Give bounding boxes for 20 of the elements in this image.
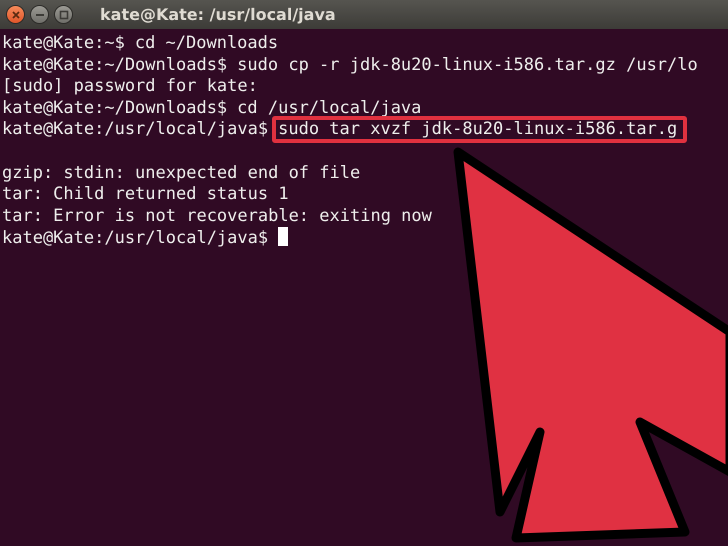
maximize-button[interactable]: [54, 5, 73, 24]
command-text: sudo cp -r jdk-8u20-linux-i586.tar.gz /usr/lo: [237, 54, 698, 75]
close-icon: [10, 10, 20, 20]
prompt-text: kate@Kate:/usr/local/java$: [2, 119, 268, 140]
output-text: tar: Error is not recoverable: exiting now: [2, 206, 432, 226]
maximize-icon: [58, 10, 68, 20]
prompt-text: kate@Kate:~/Downloads$: [2, 98, 228, 118]
highlighted-command-text: sudo tar xvzf jdk-8u20-linux-i586.tar.g: [272, 116, 688, 144]
text-cursor: [278, 227, 288, 246]
command-text: cd /usr/local/java: [237, 98, 422, 118]
window-title: kate@Kate: /usr/local/java: [100, 5, 336, 24]
prompt-text: kate@Kate:/usr/local/java$: [2, 228, 268, 248]
minimize-button[interactable]: [30, 5, 49, 24]
prompt-text: kate@Kate:~$: [2, 33, 125, 53]
output-text: gzip: stdin: unexpected end of file: [2, 162, 360, 183]
close-button[interactable]: [6, 5, 25, 24]
prompt-text: kate@Kate:~/Downloads$: [2, 54, 228, 75]
output-text: tar: Child returned status 1: [2, 184, 289, 204]
output-text: [sudo] password for kate:: [2, 76, 258, 96]
command-text: cd ~/Downloads: [134, 33, 278, 53]
